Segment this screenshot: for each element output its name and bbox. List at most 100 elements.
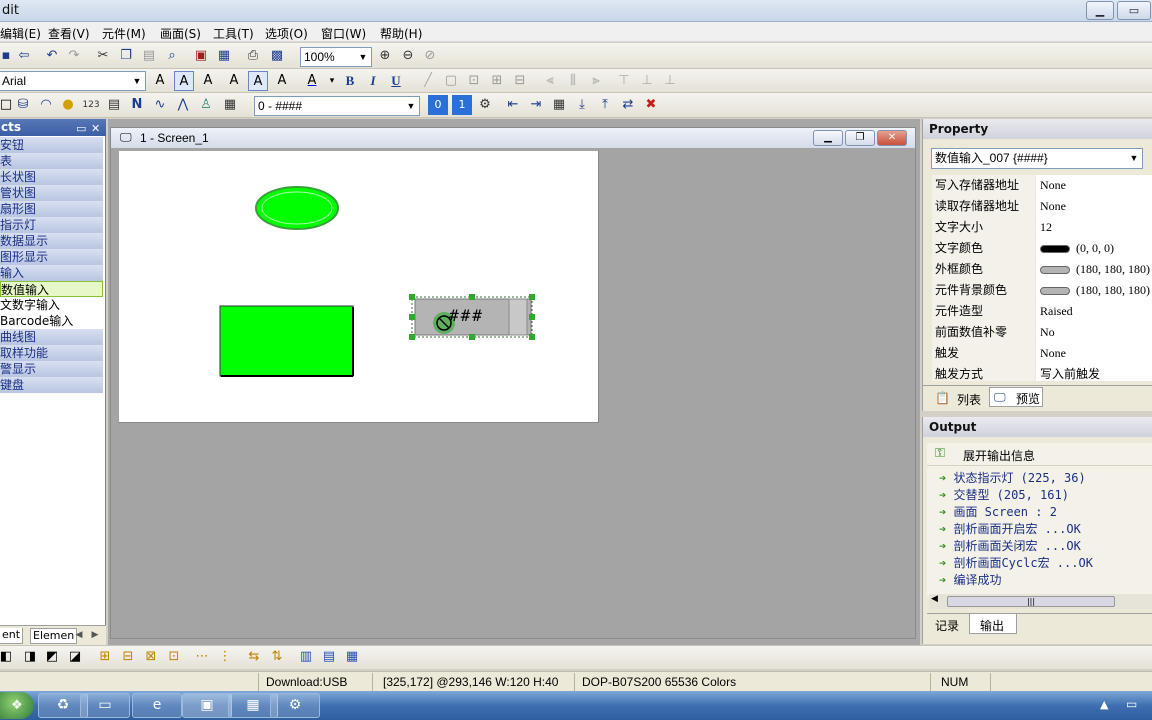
exit-icon[interactable]: ⇦ <box>14 46 34 66</box>
font-color-dropdown-icon[interactable]: ▾ <box>322 71 342 91</box>
property-row[interactable]: 前面数值补零 No <box>932 322 1152 343</box>
group-icon[interactable]: ⊞ <box>95 647 115 667</box>
object-item[interactable]: 表 <box>0 153 103 169</box>
object-item[interactable]: 指示灯 <box>0 217 103 233</box>
property-value[interactable]: 12 <box>1036 217 1152 238</box>
delete-screen-icon[interactable]: ✖ <box>641 95 661 115</box>
align-objects-right-icon[interactable]: ⫸ <box>586 71 606 91</box>
object-item[interactable]: 数据显示 <box>0 233 103 249</box>
start-button[interactable]: ❖ <box>0 692 34 719</box>
tray-expand-icon[interactable]: ▲ <box>1100 698 1108 711</box>
toggle-button-shape[interactable] <box>219 305 354 377</box>
center-h-icon[interactable]: ⊞ <box>487 71 507 91</box>
new-screen-icon[interactable]: ▣ <box>191 46 211 66</box>
send-backward-icon[interactable]: ◪ <box>65 647 85 667</box>
trend-tool-icon[interactable]: ∿ <box>150 95 170 115</box>
property-value[interactable]: None <box>1036 343 1152 364</box>
keypad-tool-icon[interactable]: ▦ <box>220 95 240 115</box>
same-both-icon[interactable]: ▦ <box>342 647 362 667</box>
resize-icon[interactable]: ▢ <box>441 71 461 91</box>
xy-chart-tool-icon[interactable]: ⋀ <box>173 95 193 115</box>
flip-v-icon[interactable]: ⇅ <box>267 647 287 667</box>
selection-handle[interactable] <box>529 314 535 320</box>
zoom-out-icon[interactable]: ⊖ <box>398 46 418 66</box>
next-screen-icon[interactable]: ⇥ <box>526 95 546 115</box>
zoom-in-icon[interactable]: ⊕ <box>375 46 395 66</box>
property-row[interactable]: 触发方式 写入前触发 <box>932 364 1152 381</box>
bring-front-icon[interactable]: ◧ <box>0 647 16 667</box>
minimize-button[interactable]: ▁ <box>1086 1 1114 20</box>
object-item[interactable]: 曲线图 <box>0 329 103 345</box>
align-center-icon[interactable]: A <box>174 71 194 91</box>
selection-handle[interactable] <box>409 314 415 320</box>
align-right-icon[interactable]: A <box>198 71 218 91</box>
valign-middle-icon[interactable]: A <box>248 71 268 91</box>
property-value[interactable]: (0, 0, 0) <box>1036 238 1152 259</box>
property-value[interactable]: (180, 180, 180) <box>1036 259 1152 280</box>
object-item[interactable]: 键盘 <box>0 377 103 393</box>
zoom-fit-icon[interactable]: ⊘ <box>420 46 440 66</box>
bold-icon[interactable]: B <box>340 71 360 91</box>
object-item[interactable]: 安钮 <box>0 137 103 153</box>
underline-icon[interactable]: U <box>386 71 406 91</box>
menu-window[interactable]: 窗口(W) <box>321 25 366 42</box>
property-row[interactable]: 元件背景颜色 (180, 180, 180) <box>932 280 1152 301</box>
distribute-v-icon[interactable]: ⋮ <box>215 647 235 667</box>
n-tool-icon[interactable]: N <box>127 95 147 115</box>
menu-help[interactable]: 帮助(H) <box>380 25 422 42</box>
font-color-icon[interactable]: A <box>302 71 322 91</box>
tab-list[interactable]: 列表 <box>957 391 981 408</box>
cylinder-tool-icon[interactable]: ⛁ <box>13 95 33 115</box>
expand-label[interactable]: 展开输出信息 <box>963 447 1035 464</box>
element-selector[interactable]: 数值输入_007 {####} ▼ <box>931 148 1143 169</box>
object-item[interactable]: 警显示 <box>0 361 103 377</box>
screen-list-icon[interactable]: ▦ <box>549 95 569 115</box>
center-v-icon[interactable]: ⊟ <box>510 71 530 91</box>
property-value[interactable]: None <box>1036 175 1152 196</box>
menu-edit[interactable]: 编辑(E) <box>0 25 41 42</box>
prev-screen-icon[interactable]: ⇤ <box>503 95 523 115</box>
property-value[interactable]: 写入前触发 <box>1036 364 1152 381</box>
property-value[interactable]: (180, 180, 180) <box>1036 280 1152 301</box>
object-item[interactable]: Barcode输入 <box>0 313 103 329</box>
align-objects-bottom-icon[interactable]: ⊥ <box>660 71 680 91</box>
object-item[interactable]: 文数字输入 <box>0 297 103 313</box>
object-item[interactable]: 管状图 <box>0 185 103 201</box>
object-item[interactable]: 取样功能 <box>0 345 103 361</box>
selection-handle[interactable] <box>409 334 415 340</box>
properties-icon[interactable]: ⚙ <box>475 95 495 115</box>
align-left-icon[interactable]: A <box>150 71 170 91</box>
property-value[interactable]: No <box>1036 322 1152 343</box>
object-item[interactable]: 图形显示 <box>0 249 103 265</box>
font-combo[interactable]: Arial ▼ <box>0 71 146 91</box>
property-value[interactable]: Raised <box>1036 301 1152 322</box>
italic-icon[interactable]: I <box>363 71 383 91</box>
bring-forward-icon[interactable]: ◩ <box>42 647 62 667</box>
line-icon[interactable]: ╱ <box>418 71 438 91</box>
print-icon[interactable]: ⎙ <box>243 46 263 66</box>
tab-element[interactable]: ent <box>0 628 24 644</box>
menu-tools[interactable]: 工具(T) <box>213 25 254 42</box>
undo-icon[interactable]: ↶ <box>42 46 62 66</box>
object-item[interactable]: 长状图 <box>0 169 103 185</box>
menu-view[interactable]: 查看(V) <box>48 25 90 42</box>
property-row[interactable]: 元件造型 Raised <box>932 301 1152 322</box>
align-objects-middle-icon[interactable]: ⊥ <box>637 71 657 91</box>
tab-log[interactable]: 记录 <box>935 617 959 634</box>
screen-minimize-button[interactable]: ▁ <box>813 130 843 146</box>
arc-tool-icon[interactable]: ◠ <box>36 95 56 115</box>
clipboard-tool-icon[interactable]: ▤ <box>104 95 124 115</box>
import-icon[interactable]: ⤓ <box>572 95 592 115</box>
indicator-lamp-shape[interactable] <box>255 186 339 230</box>
same-height-icon[interactable]: ▤ <box>319 647 339 667</box>
unlock-icon[interactable]: ⊡ <box>164 647 184 667</box>
output-scrollbar[interactable]: ◀ ||| <box>929 594 1152 609</box>
maximize-button[interactable]: ▭ <box>1117 1 1151 20</box>
lamp-tool-icon[interactable]: ● <box>58 95 78 115</box>
property-row[interactable]: 文字大小 12 <box>932 217 1152 238</box>
distribute-h-icon[interactable]: ⋯ <box>192 647 212 667</box>
menu-screen[interactable]: 画面(S) <box>160 25 201 42</box>
selection-handle[interactable] <box>529 294 535 300</box>
scroll-left-icon[interactable]: ◀ <box>931 594 938 604</box>
same-size-icon[interactable]: ⊡ <box>464 71 484 91</box>
